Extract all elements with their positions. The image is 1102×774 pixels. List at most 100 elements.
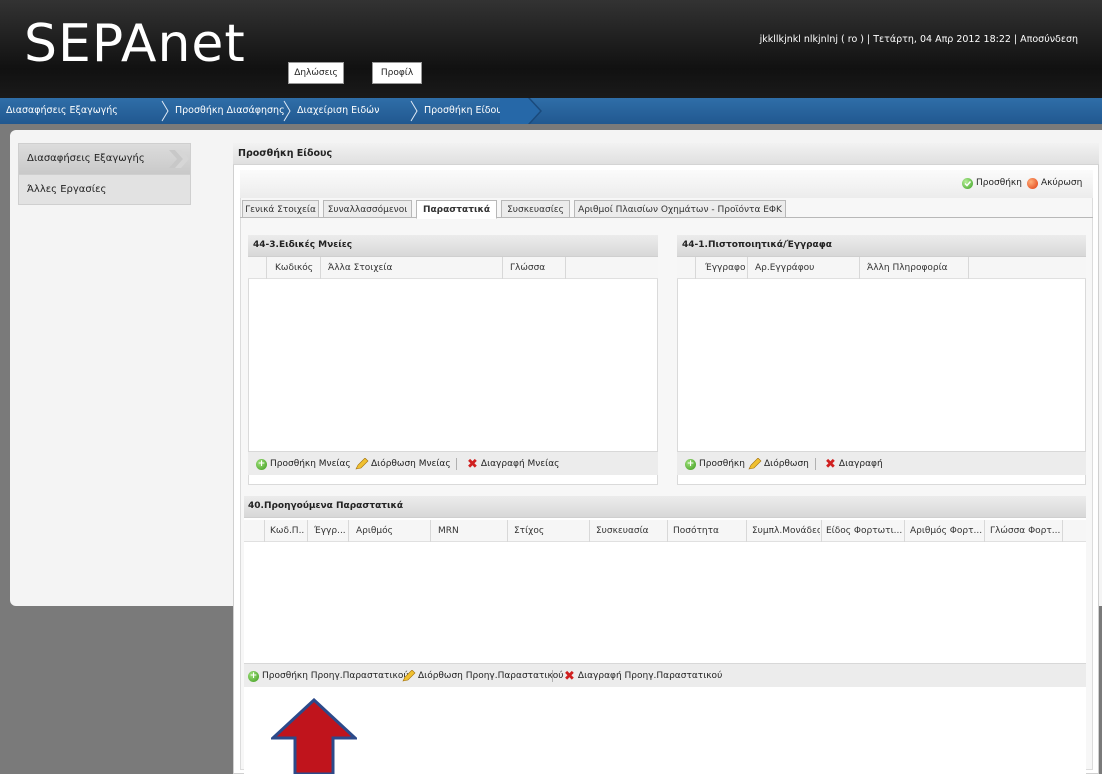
- certificates-columns: Έγγραφο Αρ.Εγγράφου Άλλη Πληροφορία: [677, 257, 1086, 279]
- column-divider: [589, 520, 590, 542]
- special-mentions-toolbar: + Προσθήκη Μνείας Διόρθωση Μνείας ✖ Διαγ…: [248, 451, 658, 475]
- column-divider: [266, 257, 267, 279]
- user-info[interactable]: jkkllkjnkl nlkjnlnj ( ro ) | Τετάρτη, 04…: [760, 34, 1078, 45]
- column-bill-number[interactable]: Αριθμός Φορτ...: [910, 520, 982, 542]
- add-mention-label: Προσθήκη Μνείας: [270, 459, 351, 469]
- edit-mention-button[interactable]: Διόρθωση Μνείας: [355, 452, 451, 476]
- sidebar-item-other-tasks[interactable]: Άλλες Εργασίες: [19, 174, 190, 204]
- column-number[interactable]: Αριθμός: [356, 520, 393, 542]
- column-divider: [430, 520, 431, 542]
- pencil-icon: [402, 670, 416, 682]
- column-divider: [348, 520, 349, 542]
- column-divider: [502, 257, 503, 279]
- breadcrumb-separator-icon: [283, 100, 291, 122]
- page-title: Προσθήκη Είδους: [238, 148, 333, 159]
- tab-documents[interactable]: Παραστατικά: [416, 200, 497, 219]
- toolbar-divider: [805, 452, 826, 476]
- column-divider: [667, 520, 668, 542]
- edit-mention-label: Διόρθωση Μνείας: [371, 459, 451, 469]
- column-divider: [859, 257, 860, 279]
- toolbar-divider: [542, 664, 563, 688]
- cancel-button[interactable]: Ακύρωση: [1027, 173, 1082, 193]
- up-arrow-icon: [271, 698, 357, 774]
- column-document[interactable]: Έγγραφο: [705, 257, 745, 279]
- column-document-number[interactable]: Αρ.Εγγράφου: [755, 257, 814, 279]
- certificates-toolbar: + Προσθήκη Διόρθωση ✖ Διαγραφή: [677, 451, 1086, 475]
- nav-profile-button[interactable]: Προφίλ: [372, 62, 422, 84]
- column-bill-type[interactable]: Είδος Φορτωτι...: [826, 520, 902, 542]
- breadcrumb-item-add-declaration[interactable]: Προσθήκη Διασάφησης: [175, 98, 285, 124]
- column-packaging[interactable]: Συσκευασία: [596, 520, 649, 542]
- column-bill-language[interactable]: Γλώσσα Φορτ...: [990, 520, 1060, 542]
- delete-certificate-button[interactable]: ✖ Διαγραφή: [825, 452, 883, 476]
- breadcrumb-item-export-declarations[interactable]: Διασαφήσεις Εξαγωγής: [6, 98, 118, 124]
- column-mrn[interactable]: MRN: [438, 520, 459, 542]
- column-code[interactable]: Κωδικός: [275, 257, 313, 279]
- column-language[interactable]: Γλώσσα: [510, 257, 545, 279]
- add-previous-doc-label: Προσθήκη Προηγ.Παραστατικού: [262, 671, 409, 681]
- column-quantity[interactable]: Ποσότητα: [673, 520, 719, 542]
- column-doc[interactable]: Έγγρ...: [314, 520, 350, 542]
- column-code[interactable]: Κωδ.Π...: [270, 520, 305, 542]
- special-mentions-columns: Κωδικός Άλλα Στοιχεία Γλώσσα: [248, 257, 658, 279]
- pencil-icon: [355, 458, 369, 470]
- delete-mention-label: Διαγραφή Μνείας: [480, 459, 560, 469]
- column-divider: [747, 257, 748, 279]
- sidebar-item-export-declarations[interactable]: Διασαφήσεις Εξαγωγής: [19, 144, 190, 174]
- certificates-title: 44-1.Πιστοποιητικά/Έγγραφα: [682, 240, 832, 250]
- column-divider: [968, 257, 969, 279]
- column-other-info[interactable]: Άλλα Στοιχεία: [328, 257, 392, 279]
- chevron-right-icon: [169, 150, 189, 168]
- breadcrumb-end-shape: [500, 98, 542, 124]
- add-previous-doc-button[interactable]: + Προσθήκη Προηγ.Παραστατικού: [248, 664, 409, 688]
- delete-previous-doc-label: Διαγραφή Προηγ.Παραστατικού: [577, 671, 723, 681]
- breadcrumb-separator-icon: [410, 100, 418, 122]
- column-divider: [507, 520, 508, 542]
- column-other-info[interactable]: Άλλη Πληροφορία: [867, 257, 948, 279]
- pencil-icon: [748, 458, 762, 470]
- column-divider: [264, 520, 265, 542]
- column-line[interactable]: Στίχος: [514, 520, 544, 542]
- previous-docs-header: 40.Προηγούμενα Παραστατικά: [244, 496, 1086, 518]
- breadcrumb-item-manage-items[interactable]: Διαχείριση Ειδών: [297, 98, 379, 124]
- delete-mention-button[interactable]: ✖ Διαγραφή Μνείας: [467, 452, 559, 476]
- special-mentions-header: 44-3.Ειδικές Μνείες: [248, 235, 658, 257]
- column-divider: [695, 257, 696, 279]
- page-title-bar: Προσθήκη Είδους: [233, 143, 1099, 165]
- tab-parties[interactable]: Συναλλασσόμενοι: [323, 200, 412, 218]
- plus-icon: +: [256, 458, 267, 470]
- column-divider: [307, 520, 308, 542]
- toolbar-divider: [446, 452, 467, 476]
- previous-docs-toolbar: + Προσθήκη Προηγ.Παραστατικού Διόρθωση Π…: [244, 663, 1086, 687]
- previous-docs-title: 40.Προηγούμενα Παραστατικά: [248, 501, 404, 511]
- add-button-label: Προσθήκη: [976, 178, 1022, 188]
- previous-docs-columns: Κωδ.Π... Έγγρ... Αριθμός MRN Στίχος Συσκ…: [244, 520, 1086, 542]
- column-divider: [984, 520, 985, 542]
- add-button[interactable]: Προσθήκη: [962, 173, 1022, 193]
- certificates-header: 44-1.Πιστοποιητικά/Έγγραφα: [677, 235, 1086, 257]
- delete-certificate-label: Διαγραφή: [838, 459, 883, 469]
- logo: SEPAnet: [24, 14, 246, 74]
- tab-vehicle-frames[interactable]: Αριθμοί Πλαισίων Οχημάτων - Προϊόντα ΕΦΚ: [574, 200, 786, 218]
- check-icon: [962, 177, 973, 189]
- edit-previous-doc-button[interactable]: Διόρθωση Προηγ.Παραστατικού: [402, 664, 564, 688]
- edit-certificate-button[interactable]: Διόρθωση: [748, 452, 809, 476]
- breadcrumb-item-add-item[interactable]: Προσθήκη Είδους: [424, 98, 507, 124]
- delete-icon: ✖: [564, 668, 575, 684]
- column-divider: [320, 257, 321, 279]
- delete-icon: ✖: [825, 456, 836, 472]
- add-mention-button[interactable]: + Προσθήκη Μνείας: [256, 452, 351, 476]
- nav-declarations-button[interactable]: Δηλώσεις: [288, 62, 344, 84]
- column-divider: [746, 520, 747, 542]
- special-mentions-title: 44-3.Ειδικές Μνείες: [253, 240, 353, 250]
- delete-previous-doc-button[interactable]: ✖ Διαγραφή Προηγ.Παραστατικού: [564, 664, 722, 688]
- add-certificate-button[interactable]: + Προσθήκη: [685, 452, 745, 476]
- column-divider: [821, 520, 822, 542]
- add-certificate-label: Προσθήκη: [699, 459, 745, 469]
- plus-icon: +: [685, 458, 696, 470]
- tab-general[interactable]: Γενικά Στοιχεία: [242, 200, 319, 218]
- cancel-icon: [1027, 177, 1038, 189]
- column-divider: [1062, 520, 1063, 542]
- column-supplementary-units[interactable]: Συμπλ.Μονάδες: [752, 520, 820, 542]
- tab-packages[interactable]: Συσκευασίες: [501, 200, 570, 218]
